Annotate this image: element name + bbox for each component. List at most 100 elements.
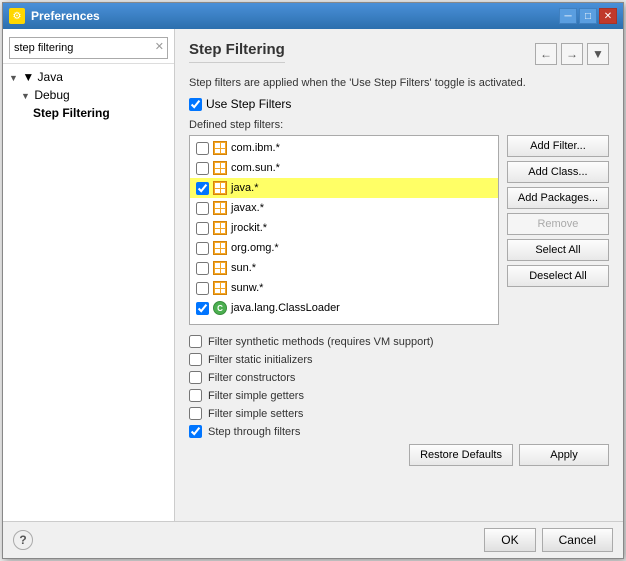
deselect-all-button[interactable]: Deselect All bbox=[507, 265, 609, 287]
option-checkbox-constructors[interactable] bbox=[189, 371, 202, 384]
package-icon bbox=[213, 221, 227, 235]
filter-item-classloader[interactable]: C java.lang.ClassLoader bbox=[190, 298, 498, 318]
sidebar-item-step-filtering[interactable]: Step Filtering bbox=[3, 104, 174, 122]
option-checkbox-getters[interactable] bbox=[189, 389, 202, 402]
filter-item[interactable]: com.ibm.* bbox=[190, 138, 498, 158]
option-label-getters: Filter simple getters bbox=[208, 390, 304, 402]
filter-item[interactable]: sunw.* bbox=[190, 278, 498, 298]
apply-button[interactable]: Apply bbox=[519, 444, 609, 466]
option-row-stepthrough: Step through filters bbox=[189, 425, 609, 438]
filter-item[interactable]: javax.* bbox=[190, 198, 498, 218]
sidebar: ✕ ▼ ▼ Java ▼ Debug Step Filtering bbox=[3, 29, 175, 521]
filter-checkbox[interactable] bbox=[196, 282, 209, 295]
filter-item[interactable]: jrockit.* bbox=[190, 218, 498, 238]
right-panel: Step Filtering ← → ▼ Step filters are ap… bbox=[175, 29, 623, 521]
class-icon: C bbox=[213, 301, 227, 315]
use-step-filters-row: Use Step Filters bbox=[189, 97, 609, 111]
filter-name: java.* bbox=[231, 182, 259, 194]
package-icon bbox=[213, 201, 227, 215]
option-label-static: Filter static initializers bbox=[208, 354, 313, 366]
title-bar-left: ⚙ Preferences bbox=[9, 8, 100, 24]
close-button[interactable]: ✕ bbox=[599, 8, 617, 24]
title-buttons: ─ □ ✕ bbox=[559, 8, 617, 24]
filter-item[interactable]: com.sun.* bbox=[190, 158, 498, 178]
ok-button[interactable]: OK bbox=[484, 528, 535, 552]
package-icon bbox=[213, 161, 227, 175]
package-icon bbox=[213, 141, 227, 155]
tree-expand-icon: ▼ bbox=[9, 73, 19, 83]
sidebar-item-debug[interactable]: ▼ Debug bbox=[3, 86, 174, 104]
filter-checkbox[interactable] bbox=[196, 162, 209, 175]
panel-toolbar: ← → ▼ bbox=[535, 43, 609, 65]
package-icon bbox=[213, 261, 227, 275]
search-box-wrap: ✕ bbox=[3, 33, 174, 64]
main-content: ✕ ▼ ▼ Java ▼ Debug Step Filtering Step F… bbox=[3, 29, 623, 521]
filter-checkbox[interactable] bbox=[196, 262, 209, 275]
option-label-constructors: Filter constructors bbox=[208, 372, 295, 384]
package-icon bbox=[213, 281, 227, 295]
option-row-setters: Filter simple setters bbox=[189, 407, 609, 420]
filter-name: sun.* bbox=[231, 262, 256, 274]
package-icon bbox=[213, 241, 227, 255]
filter-item[interactable]: org.omg.* bbox=[190, 238, 498, 258]
option-checkbox-setters[interactable] bbox=[189, 407, 202, 420]
forward-button[interactable]: → bbox=[561, 43, 583, 65]
tree-expand-icon: ▼ bbox=[21, 91, 31, 101]
filter-checkbox[interactable] bbox=[196, 242, 209, 255]
search-clear-icon[interactable]: ✕ bbox=[155, 40, 164, 53]
add-packages-button[interactable]: Add Packages... bbox=[507, 187, 609, 209]
options-section: Filter synthetic methods (requires VM su… bbox=[189, 335, 609, 438]
panel-title: Step Filtering bbox=[189, 41, 285, 63]
use-step-filters-checkbox[interactable] bbox=[189, 98, 202, 111]
restore-defaults-button[interactable]: Restore Defaults bbox=[409, 444, 513, 466]
package-icon bbox=[213, 181, 227, 195]
filter-checkbox[interactable] bbox=[196, 142, 209, 155]
option-checkbox-static[interactable] bbox=[189, 353, 202, 366]
menu-button[interactable]: ▼ bbox=[587, 43, 609, 65]
sidebar-item-java[interactable]: ▼ ▼ Java bbox=[3, 68, 174, 86]
restore-apply-row: Restore Defaults Apply bbox=[189, 444, 609, 466]
filter-buttons: Add Filter... Add Class... Add Packages.… bbox=[507, 135, 609, 325]
bottom-right-buttons: OK Cancel bbox=[484, 528, 613, 552]
defined-label: Defined step filters: bbox=[189, 119, 609, 131]
option-row-synthetic: Filter synthetic methods (requires VM su… bbox=[189, 335, 609, 348]
filter-name: org.omg.* bbox=[231, 242, 279, 254]
filter-name: com.ibm.* bbox=[231, 142, 280, 154]
filter-name: javax.* bbox=[231, 202, 264, 214]
description: Step filters are applied when the 'Use S… bbox=[189, 77, 609, 89]
window-title: Preferences bbox=[31, 9, 100, 23]
option-row-static: Filter static initializers bbox=[189, 353, 609, 366]
sidebar-item-step-filtering-label: Step Filtering bbox=[33, 106, 110, 120]
option-checkbox-stepthrough[interactable] bbox=[189, 425, 202, 438]
help-button[interactable]: ? bbox=[13, 530, 33, 550]
add-class-button[interactable]: Add Class... bbox=[507, 161, 609, 183]
filter-item-java[interactable]: java.* bbox=[190, 178, 498, 198]
window-icon: ⚙ bbox=[9, 8, 25, 24]
back-button[interactable]: ← bbox=[535, 43, 557, 65]
filter-name: com.sun.* bbox=[231, 162, 280, 174]
preferences-window: ⚙ Preferences ─ □ ✕ ✕ ▼ ▼ Java ▼ Debug bbox=[2, 2, 624, 559]
use-step-filters-label: Use Step Filters bbox=[206, 97, 291, 111]
filter-checkbox[interactable] bbox=[196, 202, 209, 215]
select-all-button[interactable]: Select All bbox=[507, 239, 609, 261]
option-label-setters: Filter simple setters bbox=[208, 408, 303, 420]
filter-list: com.ibm.* com.sun.* bbox=[189, 135, 499, 325]
filter-item[interactable]: sun.* bbox=[190, 258, 498, 278]
filter-checkbox[interactable] bbox=[196, 302, 209, 315]
sidebar-item-java-label: ▼ Java bbox=[22, 70, 63, 84]
remove-button[interactable]: Remove bbox=[507, 213, 609, 235]
bottom-bar: ? OK Cancel bbox=[3, 521, 623, 558]
filter-checkbox[interactable] bbox=[196, 222, 209, 235]
cancel-button[interactable]: Cancel bbox=[542, 528, 613, 552]
option-checkbox-synthetic[interactable] bbox=[189, 335, 202, 348]
search-input[interactable] bbox=[9, 37, 168, 59]
filter-checkbox[interactable] bbox=[196, 182, 209, 195]
minimize-button[interactable]: ─ bbox=[559, 8, 577, 24]
add-filter-button[interactable]: Add Filter... bbox=[507, 135, 609, 157]
filter-name: jrockit.* bbox=[231, 222, 267, 234]
option-label-synthetic: Filter synthetic methods (requires VM su… bbox=[208, 336, 434, 348]
option-row-constructors: Filter constructors bbox=[189, 371, 609, 384]
option-row-getters: Filter simple getters bbox=[189, 389, 609, 402]
filter-name: java.lang.ClassLoader bbox=[231, 302, 340, 314]
maximize-button[interactable]: □ bbox=[579, 8, 597, 24]
